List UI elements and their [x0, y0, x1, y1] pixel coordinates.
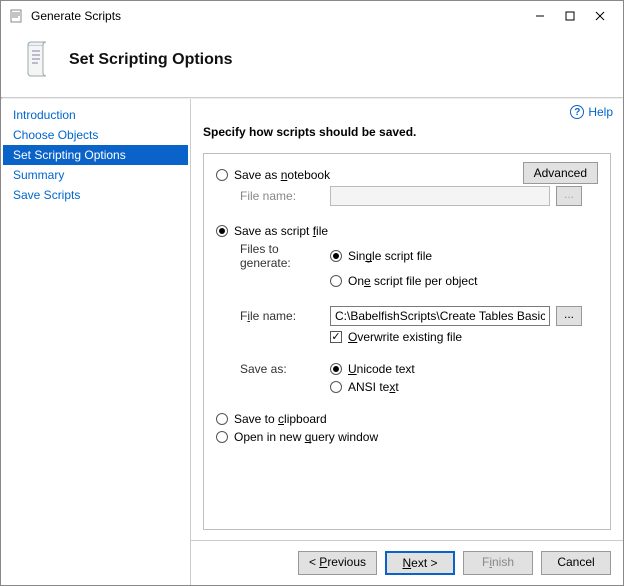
wizard-body: Introduction Choose Objects Set Scriptin…	[1, 99, 623, 585]
next-button[interactable]: Next >	[385, 551, 455, 575]
wizard-footer: < Previous Next > Finish Cancel	[191, 540, 623, 585]
minimize-button[interactable]	[525, 6, 555, 26]
radio-single-script-file-label: Single script file	[348, 249, 432, 263]
files-to-generate-label: Files to generate:	[240, 242, 330, 270]
radio-one-file-per-object[interactable]: One script file per object	[330, 274, 477, 288]
nav-sidebar: Introduction Choose Objects Set Scriptin…	[1, 99, 191, 585]
save-options-group: Advanced Save as notebook File name: ...	[203, 153, 611, 530]
radio-ansi-text-label: ANSI text	[348, 380, 399, 394]
radio-save-to-clipboard-label: Save to clipboard	[234, 412, 327, 426]
nav-choose-objects[interactable]: Choose Objects	[3, 125, 188, 145]
content-pane: ? Help Specify how scripts should be sav…	[191, 99, 623, 585]
radio-open-new-query-label: Open in new query window	[234, 430, 378, 444]
checkbox-overwrite[interactable]: Overwrite existing file	[330, 330, 462, 344]
close-button[interactable]	[585, 6, 615, 26]
cancel-button[interactable]: Cancel	[541, 551, 611, 575]
radio-one-file-per-object-label: One script file per object	[348, 274, 477, 288]
radio-unicode-text[interactable]: Unicode text	[330, 362, 415, 376]
radio-save-as-script-file[interactable]: Save as script file	[216, 224, 328, 238]
nav-summary[interactable]: Summary	[3, 165, 188, 185]
window-title: Generate Scripts	[31, 9, 525, 23]
nav-introduction[interactable]: Introduction	[3, 105, 188, 125]
radio-unicode-text-label: Unicode text	[348, 362, 415, 376]
nav-save-scripts[interactable]: Save Scripts	[3, 185, 188, 205]
previous-button[interactable]: < Previous	[298, 551, 377, 575]
notebook-browse-button: ...	[556, 186, 582, 206]
radio-save-as-script-file-label: Save as script file	[234, 224, 328, 238]
file-name-input[interactable]	[330, 306, 550, 326]
page-title: Set Scripting Options	[69, 51, 233, 69]
script-icon	[19, 41, 57, 79]
app-icon	[9, 8, 25, 24]
help-link[interactable]: ? Help	[570, 105, 613, 119]
instruction-text: Specify how scripts should be saved.	[191, 119, 623, 153]
radio-save-as-notebook[interactable]: Save as notebook	[216, 168, 330, 182]
notebook-filename-label: File name:	[240, 189, 330, 203]
window: Generate Scripts Set Scripting Options I…	[0, 0, 624, 586]
file-name-label: File name:	[240, 309, 330, 323]
nav-set-scripting-options[interactable]: Set Scripting Options	[3, 145, 188, 165]
notebook-filename-input	[330, 186, 550, 206]
radio-ansi-text[interactable]: ANSI text	[330, 380, 399, 394]
help-label: Help	[588, 105, 613, 119]
wizard-header: Set Scripting Options	[1, 31, 623, 97]
help-icon: ?	[570, 105, 584, 119]
radio-single-script-file[interactable]: Single script file	[330, 249, 432, 263]
maximize-button[interactable]	[555, 6, 585, 26]
radio-save-to-clipboard[interactable]: Save to clipboard	[216, 412, 327, 426]
titlebar: Generate Scripts	[1, 1, 623, 31]
browse-button[interactable]: ...	[556, 306, 582, 326]
advanced-button[interactable]: Advanced	[523, 162, 598, 184]
save-as-label: Save as:	[240, 362, 330, 376]
radio-save-as-notebook-label: Save as notebook	[234, 168, 330, 182]
checkbox-overwrite-label: Overwrite existing file	[348, 330, 462, 344]
radio-open-new-query[interactable]: Open in new query window	[216, 430, 378, 444]
finish-button: Finish	[463, 551, 533, 575]
